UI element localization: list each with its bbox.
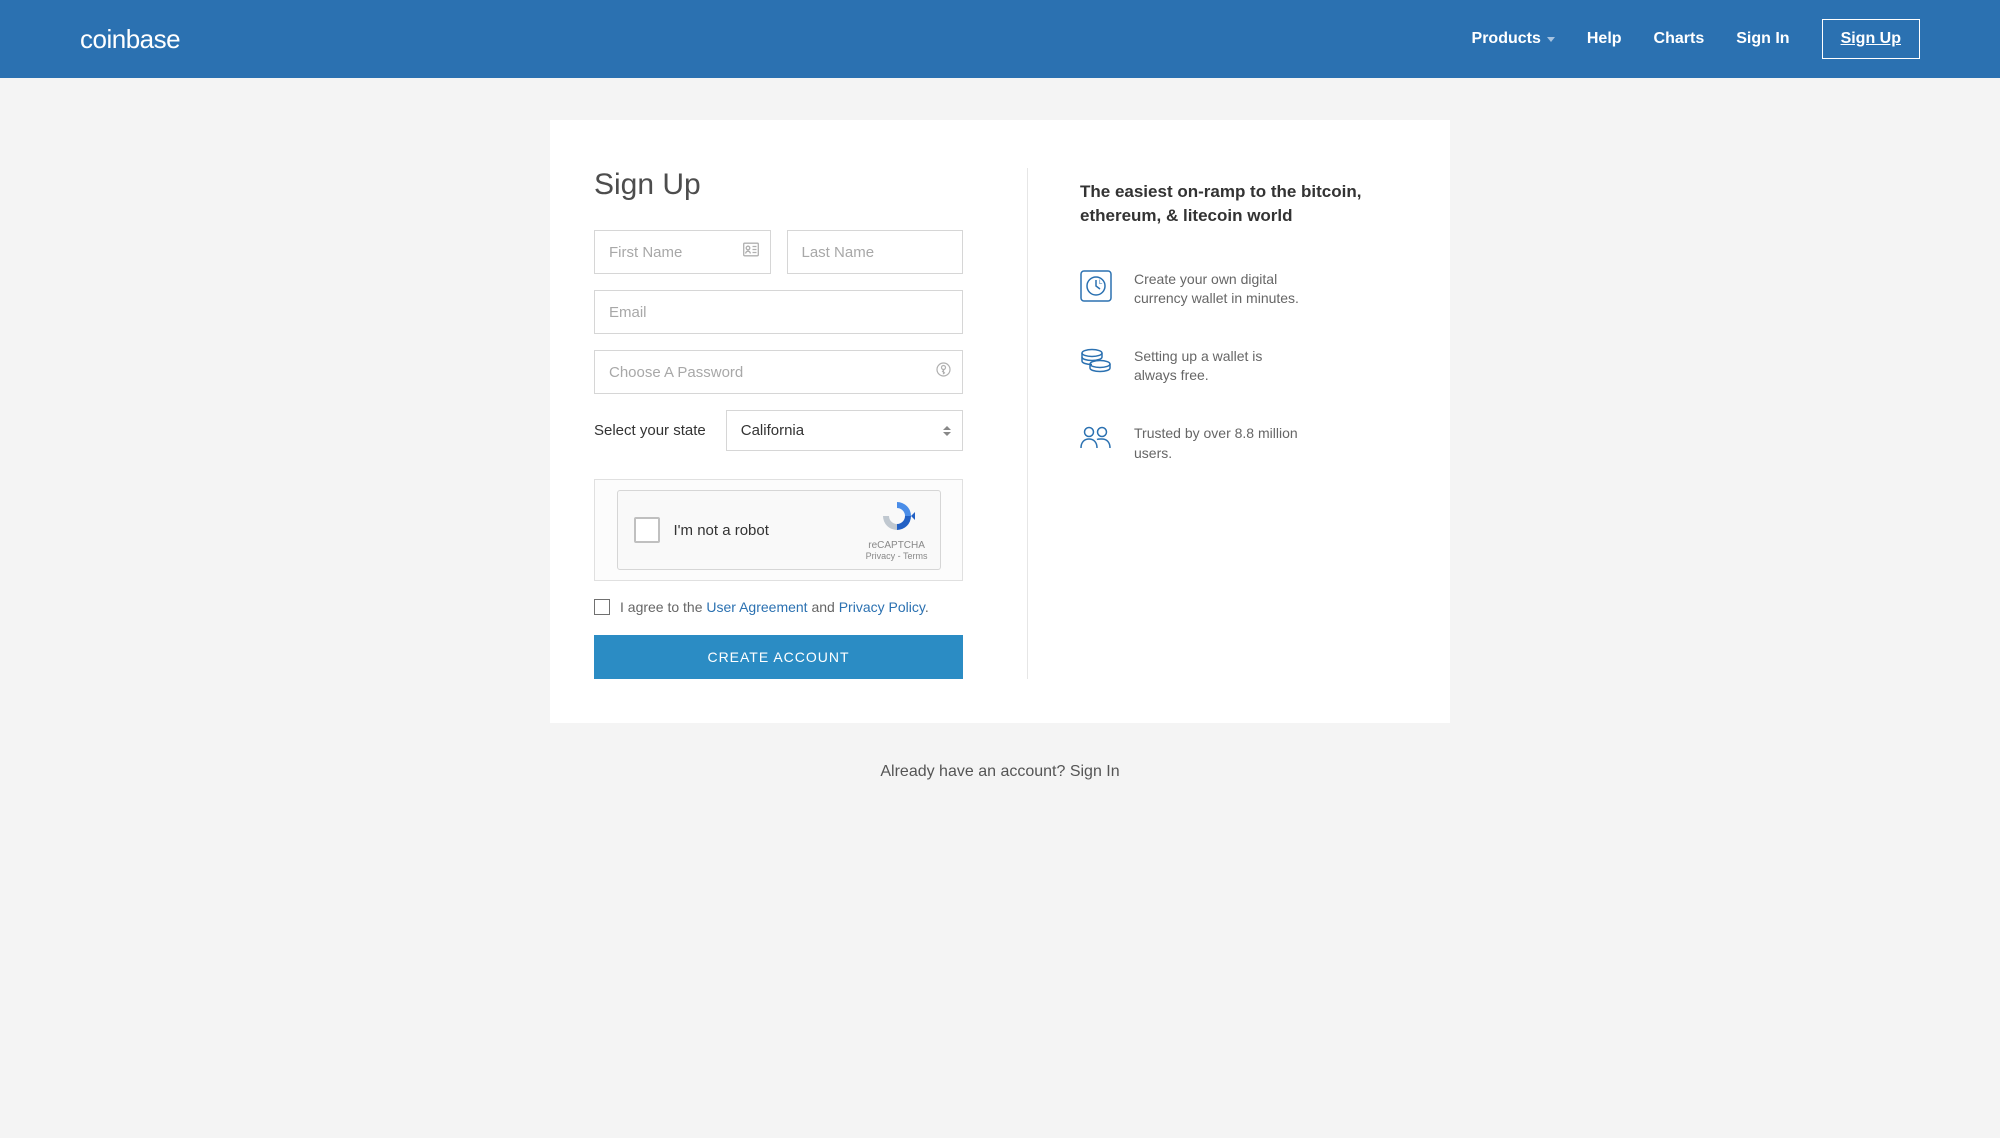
- email-input[interactable]: [594, 290, 963, 334]
- recaptcha-label: I'm not a robot: [674, 522, 769, 539]
- info-title: The easiest on-ramp to the bitcoin, ethe…: [1080, 180, 1402, 228]
- feature-item: L Create your own digital currency walle…: [1080, 270, 1402, 309]
- clock-icon: L: [1080, 270, 1112, 307]
- state-select[interactable]: California: [726, 410, 963, 451]
- key-icon: [936, 362, 951, 382]
- svg-text:L: L: [1099, 280, 1103, 286]
- recaptcha[interactable]: I'm not a robot reCAPTCHA Privacy - Term…: [617, 490, 941, 570]
- feature-item: Trusted by over 8.8 million users.: [1080, 424, 1402, 463]
- nav-help[interactable]: Help: [1587, 30, 1622, 48]
- create-account-button[interactable]: CREATE ACCOUNT: [594, 635, 963, 679]
- feature-text: Trusted by over 8.8 million users.: [1134, 424, 1304, 463]
- info-panel: The easiest on-ramp to the bitcoin, ethe…: [1027, 168, 1450, 679]
- nav-signup-button[interactable]: Sign Up: [1822, 19, 1920, 59]
- chevron-down-icon: [1547, 37, 1555, 42]
- agree-checkbox[interactable]: [594, 599, 610, 615]
- nav-charts[interactable]: Charts: [1654, 30, 1705, 48]
- password-input[interactable]: [594, 350, 963, 394]
- top-header: coinbase Products Help Charts Sign In Si…: [0, 0, 2000, 78]
- nav-products[interactable]: Products: [1472, 30, 1555, 48]
- signup-card: Sign Up: [550, 120, 1450, 723]
- recaptcha-container: I'm not a robot reCAPTCHA Privacy - Term…: [594, 479, 963, 581]
- nav-products-label: Products: [1472, 30, 1541, 48]
- signin-prompt: Already have an account? Sign In: [0, 763, 2000, 781]
- users-icon: [1080, 424, 1112, 455]
- main-nav: Products Help Charts Sign In Sign Up: [1472, 19, 1920, 59]
- signin-link[interactable]: Sign In: [1070, 763, 1120, 780]
- signup-form: Sign Up: [550, 168, 1027, 679]
- feature-text: Setting up a wallet is always free.: [1134, 347, 1304, 386]
- recaptcha-logo-icon: [879, 499, 915, 533]
- state-label: Select your state: [594, 422, 706, 439]
- feature-item: Setting up a wallet is always free.: [1080, 347, 1402, 386]
- contact-card-icon: [743, 243, 759, 262]
- logo[interactable]: coinbase: [80, 24, 180, 55]
- user-agreement-link[interactable]: User Agreement: [706, 599, 807, 615]
- form-title: Sign Up: [594, 168, 963, 202]
- recaptcha-links[interactable]: Privacy - Terms: [866, 551, 928, 561]
- nav-signin[interactable]: Sign In: [1736, 30, 1789, 48]
- privacy-policy-link[interactable]: Privacy Policy: [839, 599, 925, 615]
- feature-text: Create your own digital currency wallet …: [1134, 270, 1304, 309]
- last-name-input[interactable]: [787, 230, 964, 274]
- recaptcha-checkbox[interactable]: [634, 517, 660, 543]
- recaptcha-brand: reCAPTCHA: [866, 540, 928, 551]
- coins-icon: [1080, 347, 1112, 380]
- agree-text: I agree to the User Agreement and Privac…: [620, 599, 929, 615]
